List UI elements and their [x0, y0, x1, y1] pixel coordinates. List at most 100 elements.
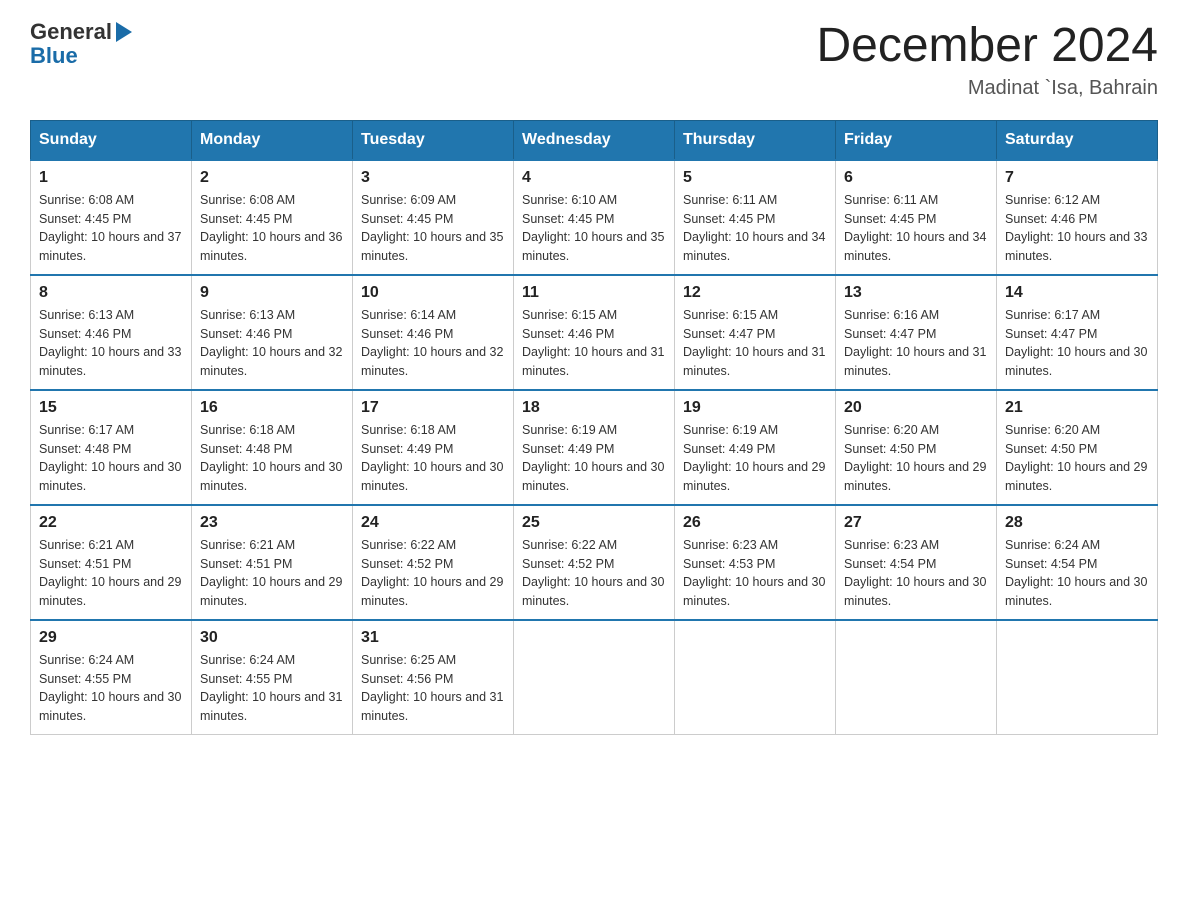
- calendar-cell: 6 Sunrise: 6:11 AMSunset: 4:45 PMDaylight…: [836, 160, 997, 275]
- calendar-cell: [836, 620, 997, 735]
- calendar-cell: 9Sunrise: 6:13 AMSunset: 4:46 PMDaylight…: [192, 275, 353, 390]
- day-info: Sunrise: 6:21 AMSunset: 4:51 PMDaylight:…: [39, 536, 183, 611]
- day-number: 5: [683, 169, 827, 187]
- calendar-cell: 19 Sunrise: 6:19 AMSunset: 4:49 PMDayligh…: [675, 390, 836, 505]
- calendar-cell: 18Sunrise: 6:19 AMSunset: 4:49 PMDayligh…: [514, 390, 675, 505]
- day-number: 30: [200, 629, 344, 647]
- calendar-cell: 24Sunrise: 6:22 AMSunset: 4:52 PMDayligh…: [353, 505, 514, 620]
- week-row-5: 29 Sunrise: 6:24 AMSunset: 4:55 PMDayligh…: [31, 620, 1158, 735]
- calendar-cell: 17Sunrise: 6:18 AMSunset: 4:49 PMDayligh…: [353, 390, 514, 505]
- day-info: Sunrise: 6:08 AMSunset: 4:45 PMDaylight:…: [200, 191, 344, 266]
- calendar-subtitle: Madinat `Isa, Bahrain: [816, 77, 1158, 100]
- day-info: Sunrise: 6:24 AMSunset: 4:55 PMDaylight:…: [39, 651, 183, 726]
- day-info: Sunrise: 6:19 AMSunset: 4:49 PMDaylight:…: [683, 421, 827, 496]
- day-number: 3: [361, 169, 505, 187]
- calendar-cell: 14Sunrise: 6:17 AMSunset: 4:47 PMDayligh…: [997, 275, 1158, 390]
- day-info: Sunrise: 6:21 AMSunset: 4:51 PMDaylight:…: [200, 536, 344, 611]
- logo-blue: Blue: [30, 43, 78, 68]
- day-info: Sunrise: 6:19 AMSunset: 4:49 PMDaylight:…: [522, 421, 666, 496]
- day-number: 29: [39, 629, 183, 647]
- calendar-cell: 4 Sunrise: 6:10 AMSunset: 4:45 PMDaylight…: [514, 160, 675, 275]
- logo-general: General: [30, 19, 112, 44]
- calendar-cell: 21 Sunrise: 6:20 AMSunset: 4:50 PMDayligh…: [997, 390, 1158, 505]
- day-info: Sunrise: 6:17 AMSunset: 4:48 PMDaylight:…: [39, 421, 183, 496]
- column-header-sunday: Sunday: [31, 120, 192, 160]
- calendar-cell: 23Sunrise: 6:21 AMSunset: 4:51 PMDayligh…: [192, 505, 353, 620]
- day-info: Sunrise: 6:18 AMSunset: 4:48 PMDaylight:…: [200, 421, 344, 496]
- day-info: Sunrise: 6:22 AMSunset: 4:52 PMDaylight:…: [361, 536, 505, 611]
- calendar-cell: 26Sunrise: 6:23 AMSunset: 4:53 PMDayligh…: [675, 505, 836, 620]
- column-header-wednesday: Wednesday: [514, 120, 675, 160]
- day-info: Sunrise: 6:11 AMSunset: 4:45 PMDaylight:…: [683, 191, 827, 266]
- logo: General Blue: [30, 20, 132, 68]
- calendar-cell: 11 Sunrise: 6:15 AMSunset: 4:46 PMDayligh…: [514, 275, 675, 390]
- day-info: Sunrise: 6:12 AMSunset: 4:46 PMDaylight:…: [1005, 191, 1149, 266]
- day-number: 21: [1005, 399, 1149, 417]
- day-info: Sunrise: 6:15 AMSunset: 4:47 PMDaylight:…: [683, 306, 827, 381]
- day-info: Sunrise: 6:09 AMSunset: 4:45 PMDaylight:…: [361, 191, 505, 266]
- page-header: General Blue December 2024 Madinat `Isa,…: [30, 20, 1158, 100]
- logo-arrow-icon: [116, 22, 132, 42]
- calendar-cell: 22 Sunrise: 6:21 AMSunset: 4:51 PMDayligh…: [31, 505, 192, 620]
- calendar-cell: 7Sunrise: 6:12 AMSunset: 4:46 PMDaylight…: [997, 160, 1158, 275]
- day-number: 15: [39, 399, 183, 417]
- calendar-cell: 28Sunrise: 6:24 AMSunset: 4:54 PMDayligh…: [997, 505, 1158, 620]
- day-number: 11: [522, 284, 666, 302]
- calendar-cell: [514, 620, 675, 735]
- calendar-cell: 15 Sunrise: 6:17 AMSunset: 4:48 PMDayligh…: [31, 390, 192, 505]
- calendar-cell: 13 Sunrise: 6:16 AMSunset: 4:47 PMDayligh…: [836, 275, 997, 390]
- day-info: Sunrise: 6:10 AMSunset: 4:45 PMDaylight:…: [522, 191, 666, 266]
- day-info: Sunrise: 6:13 AMSunset: 4:46 PMDaylight:…: [39, 306, 183, 381]
- calendar-header-row: SundayMondayTuesdayWednesdayThursdayFrid…: [31, 120, 1158, 160]
- day-number: 12: [683, 284, 827, 302]
- day-info: Sunrise: 6:24 AMSunset: 4:54 PMDaylight:…: [1005, 536, 1149, 611]
- day-number: 14: [1005, 284, 1149, 302]
- column-header-tuesday: Tuesday: [353, 120, 514, 160]
- calendar-cell: 3 Sunrise: 6:09 AMSunset: 4:45 PMDaylight…: [353, 160, 514, 275]
- day-info: Sunrise: 6:22 AMSunset: 4:52 PMDaylight:…: [522, 536, 666, 611]
- calendar-cell: 31Sunrise: 6:25 AMSunset: 4:56 PMDayligh…: [353, 620, 514, 735]
- day-number: 2: [200, 169, 344, 187]
- calendar-cell: 29 Sunrise: 6:24 AMSunset: 4:55 PMDayligh…: [31, 620, 192, 735]
- calendar-cell: 1Sunrise: 6:08 AMSunset: 4:45 PMDaylight…: [31, 160, 192, 275]
- calendar-cell: 27Sunrise: 6:23 AMSunset: 4:54 PMDayligh…: [836, 505, 997, 620]
- day-info: Sunrise: 6:23 AMSunset: 4:54 PMDaylight:…: [844, 536, 988, 611]
- day-number: 22: [39, 514, 183, 532]
- week-row-3: 15 Sunrise: 6:17 AMSunset: 4:48 PMDayligh…: [31, 390, 1158, 505]
- column-header-saturday: Saturday: [997, 120, 1158, 160]
- day-info: Sunrise: 6:24 AMSunset: 4:55 PMDaylight:…: [200, 651, 344, 726]
- calendar-cell: 30 Sunrise: 6:24 AMSunset: 4:55 PMDayligh…: [192, 620, 353, 735]
- calendar-cell: 20Sunrise: 6:20 AMSunset: 4:50 PMDayligh…: [836, 390, 997, 505]
- day-info: Sunrise: 6:15 AMSunset: 4:46 PMDaylight:…: [522, 306, 666, 381]
- calendar-table: SundayMondayTuesdayWednesdayThursdayFrid…: [30, 120, 1158, 735]
- day-info: Sunrise: 6:20 AMSunset: 4:50 PMDaylight:…: [1005, 421, 1149, 496]
- day-number: 19: [683, 399, 827, 417]
- day-number: 13: [844, 284, 988, 302]
- day-info: Sunrise: 6:11 AMSunset: 4:45 PMDaylight:…: [844, 191, 988, 266]
- column-header-monday: Monday: [192, 120, 353, 160]
- column-header-friday: Friday: [836, 120, 997, 160]
- calendar-cell: 8 Sunrise: 6:13 AMSunset: 4:46 PMDaylight…: [31, 275, 192, 390]
- day-number: 10: [361, 284, 505, 302]
- day-info: Sunrise: 6:23 AMSunset: 4:53 PMDaylight:…: [683, 536, 827, 611]
- day-number: 4: [522, 169, 666, 187]
- day-info: Sunrise: 6:25 AMSunset: 4:56 PMDaylight:…: [361, 651, 505, 726]
- day-info: Sunrise: 6:16 AMSunset: 4:47 PMDaylight:…: [844, 306, 988, 381]
- calendar-cell: [675, 620, 836, 735]
- day-number: 25: [522, 514, 666, 532]
- day-number: 9: [200, 284, 344, 302]
- column-header-thursday: Thursday: [675, 120, 836, 160]
- title-area: December 2024 Madinat `Isa, Bahrain: [816, 20, 1158, 100]
- calendar-cell: 10 Sunrise: 6:14 AMSunset: 4:46 PMDayligh…: [353, 275, 514, 390]
- calendar-title: December 2024: [816, 20, 1158, 73]
- day-number: 16: [200, 399, 344, 417]
- day-number: 6: [844, 169, 988, 187]
- calendar-cell: 25 Sunrise: 6:22 AMSunset: 4:52 PMDayligh…: [514, 505, 675, 620]
- day-number: 20: [844, 399, 988, 417]
- day-info: Sunrise: 6:14 AMSunset: 4:46 PMDaylight:…: [361, 306, 505, 381]
- calendar-cell: [997, 620, 1158, 735]
- day-number: 1: [39, 169, 183, 187]
- week-row-1: 1 Sunrise: 6:08 AMSunset: 4:45 PMDaylight…: [31, 160, 1158, 275]
- day-number: 8: [39, 284, 183, 302]
- day-info: Sunrise: 6:18 AMSunset: 4:49 PMDaylight:…: [361, 421, 505, 496]
